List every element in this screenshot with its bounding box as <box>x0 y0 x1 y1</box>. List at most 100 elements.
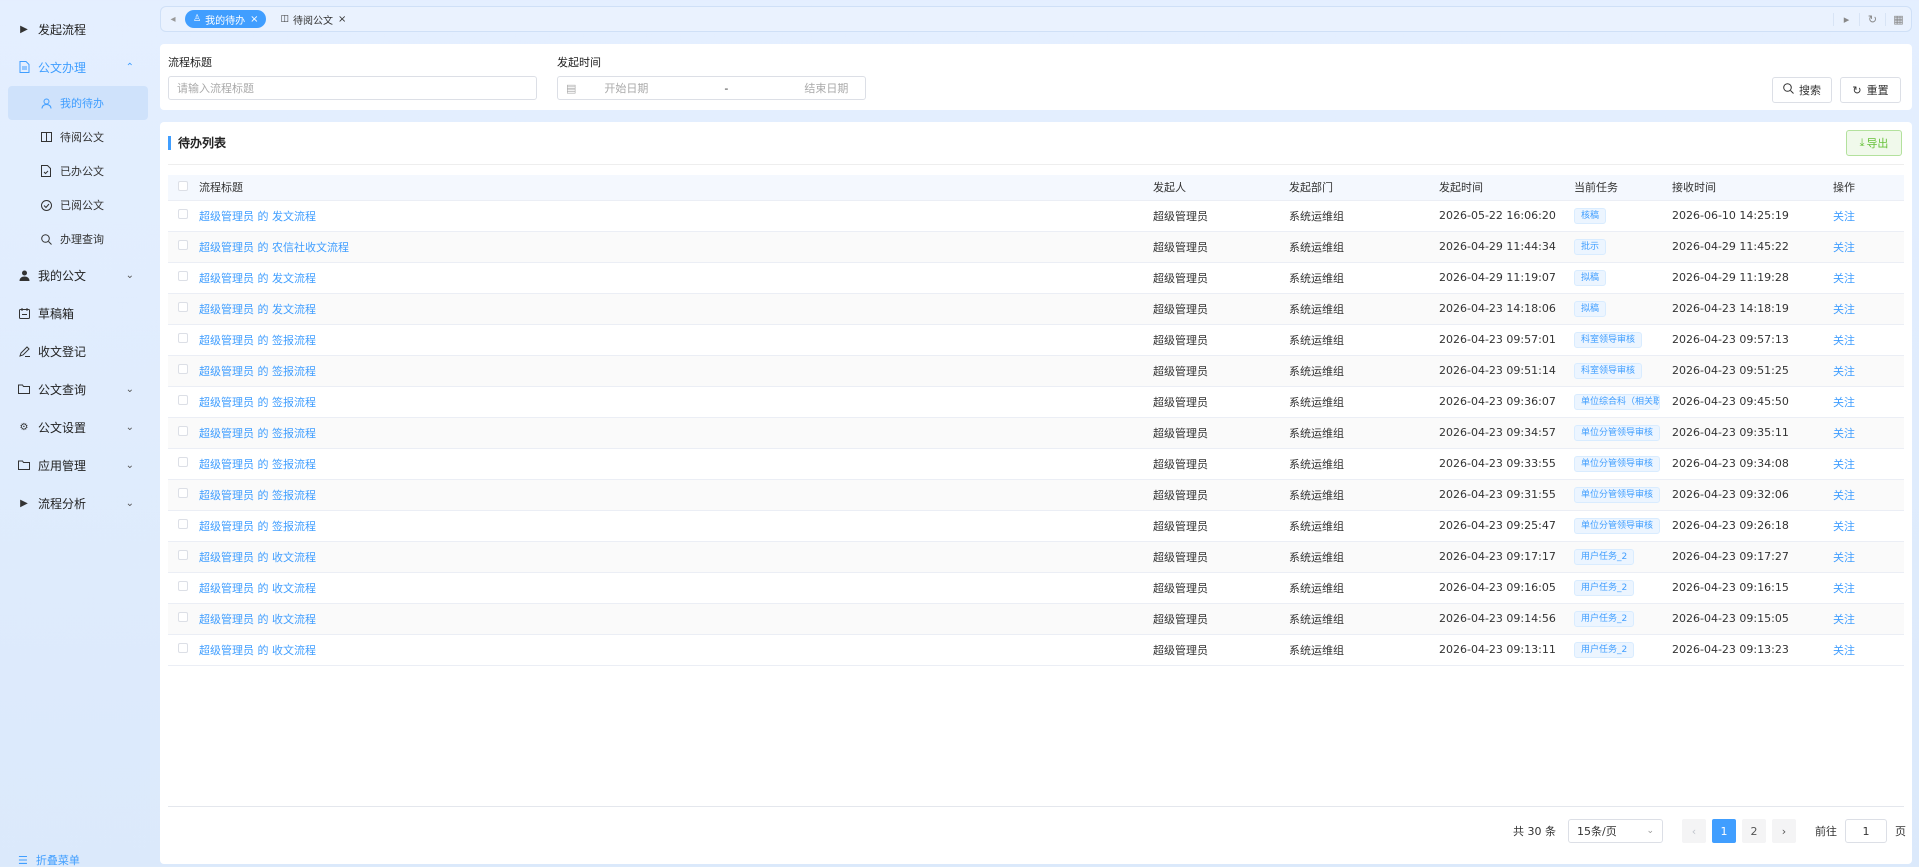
follow-link[interactable]: 关注 <box>1833 458 1855 471</box>
next-page-button[interactable]: › <box>1772 819 1796 843</box>
prev-page-button[interactable]: ‹ <box>1682 819 1706 843</box>
row-checkbox[interactable] <box>178 333 188 343</box>
table-row[interactable]: 超级管理员 的 签报流程 超级管理员 系统运维组 2026-04-23 09:25:4… <box>168 510 1904 542</box>
row-checkbox[interactable] <box>178 364 188 374</box>
follow-link[interactable]: 关注 <box>1833 582 1855 595</box>
process-title-link[interactable]: 超级管理员 的 收文流程 <box>199 613 316 626</box>
process-title-link[interactable]: 超级管理员 的 签报流程 <box>199 489 316 502</box>
row-checkbox[interactable] <box>178 643 188 653</box>
close-icon[interactable]: × <box>338 14 346 25</box>
table-row[interactable]: 超级管理员 的 签报流程 超级管理员 系统运维组 2026-04-23 09:34:5… <box>168 417 1904 449</box>
menu-item-process-analysis[interactable]: ▶ 流程分析 ⌄ <box>0 484 156 522</box>
row-checkbox[interactable] <box>178 550 188 560</box>
follow-link[interactable]: 关注 <box>1833 551 1855 564</box>
table-row[interactable]: 超级管理员 的 签报流程 超级管理员 系统运维组 2026-04-23 09:33:5… <box>168 448 1904 480</box>
table-row[interactable]: 超级管理员 的 签报流程 超级管理员 系统运维组 2026-04-23 09:36:0… <box>168 386 1904 418</box>
process-title-link[interactable]: 超级管理员 的 签报流程 <box>199 396 316 409</box>
row-checkbox[interactable] <box>178 426 188 436</box>
process-title-link[interactable]: 超级管理员 的 签报流程 <box>199 427 316 440</box>
goto-page-input[interactable]: 1 <box>1845 819 1887 843</box>
start-date-input[interactable]: 开始日期 <box>604 80 724 96</box>
column-header[interactable]: 操作 <box>1833 175 1904 201</box>
page-size-select[interactable]: 15条/页 ⌄ <box>1568 819 1663 843</box>
menu-item-draft-box[interactable]: 草稿箱 <box>0 294 156 332</box>
process-title-link[interactable]: 超级管理员 的 签报流程 <box>199 458 316 471</box>
process-title-link[interactable]: 超级管理员 的 收文流程 <box>199 551 316 564</box>
process-title-link[interactable]: 超级管理员 的 签报流程 <box>199 520 316 533</box>
menu-item-document-settings[interactable]: ⚙ 公文设置 ⌄ <box>0 408 156 446</box>
table-row[interactable]: 超级管理员 的 发文流程 超级管理员 系统运维组 2026-05-22 16:06:2… <box>168 200 1904 232</box>
follow-link[interactable]: 关注 <box>1833 489 1855 502</box>
row-checkbox[interactable] <box>178 488 188 498</box>
follow-link[interactable]: 关注 <box>1833 303 1855 316</box>
row-checkbox[interactable] <box>178 457 188 467</box>
table-row[interactable]: 超级管理员 的 收文流程 超级管理员 系统运维组 2026-04-23 09:14:5… <box>168 603 1904 635</box>
process-title-input[interactable]: 请输入流程标题 <box>168 76 537 100</box>
date-range-picker[interactable]: ▤ 开始日期 - 结束日期 <box>557 76 866 100</box>
process-title-link[interactable]: 超级管理员 的 发文流程 <box>199 303 316 316</box>
table-row[interactable]: 超级管理员 的 收文流程 超级管理员 系统运维组 2026-04-23 09:17:1… <box>168 541 1904 573</box>
menu-item-document-handling[interactable]: 公文办理 ⌃ <box>0 48 156 86</box>
follow-link[interactable]: 关注 <box>1833 396 1855 409</box>
follow-link[interactable]: 关注 <box>1833 241 1855 254</box>
table-row[interactable]: 超级管理员 的 收文流程 超级管理员 系统运维组 2026-04-23 09:16:0… <box>168 572 1904 604</box>
end-date-input[interactable]: 结束日期 <box>804 80 848 96</box>
process-title-link[interactable]: 超级管理员 的 收文流程 <box>199 644 316 657</box>
table-row[interactable]: 超级管理员 的 发文流程 超级管理员 系统运维组 2026-04-23 14:18:0… <box>168 293 1904 325</box>
select-all-checkbox[interactable] <box>178 180 188 191</box>
column-header[interactable]: 发起部门 <box>1289 175 1439 201</box>
table-row[interactable]: 超级管理员 的 签报流程 超级管理员 系统运维组 2026-04-23 09:57:0… <box>168 324 1904 356</box>
row-checkbox[interactable] <box>178 581 188 591</box>
menu-item-incoming-registration[interactable]: 收文登记 <box>0 332 156 370</box>
follow-link[interactable]: 关注 <box>1833 334 1855 347</box>
row-checkbox[interactable] <box>178 209 188 219</box>
column-header[interactable]: 流程标题 <box>199 175 1153 201</box>
menu-item-app-management[interactable]: 应用管理 ⌄ <box>0 446 156 484</box>
process-title-link[interactable]: 超级管理员 的 农信社收文流程 <box>199 241 349 254</box>
tab-my-todo[interactable]: ♙ 我的待办 × <box>185 10 267 28</box>
submenu-item-read[interactable]: 已阅公文 <box>8 188 148 222</box>
follow-link[interactable]: 关注 <box>1833 272 1855 285</box>
follow-link[interactable]: 关注 <box>1833 644 1855 657</box>
row-checkbox[interactable] <box>178 271 188 281</box>
submenu-item-my-todo[interactable]: 我的待办 <box>8 86 148 120</box>
row-checkbox[interactable] <box>178 519 188 529</box>
process-title-link[interactable]: 超级管理员 的 收文流程 <box>199 582 316 595</box>
row-checkbox[interactable] <box>178 240 188 250</box>
table-row[interactable]: 超级管理员 的 签报流程 超级管理员 系统运维组 2026-04-23 09:31:5… <box>168 479 1904 511</box>
column-header[interactable]: 当前任务 <box>1574 175 1672 201</box>
follow-link[interactable]: 关注 <box>1833 520 1855 533</box>
row-checkbox[interactable] <box>178 612 188 622</box>
follow-link[interactable]: 关注 <box>1833 427 1855 440</box>
grid-menu-icon[interactable]: ▦ <box>1885 12 1911 26</box>
table-row[interactable]: 超级管理员 的 发文流程 超级管理员 系统运维组 2026-04-29 11:19:0… <box>168 262 1904 294</box>
menu-item-document-query[interactable]: 公文查询 ⌄ <box>0 370 156 408</box>
row-checkbox[interactable] <box>178 395 188 405</box>
process-title-link[interactable]: 超级管理员 的 发文流程 <box>199 272 316 285</box>
table-row[interactable]: 超级管理员 的 农信社收文流程 超级管理员 系统运维组 2026-04-29 11:4… <box>168 231 1904 263</box>
submenu-item-handled[interactable]: 已办公文 <box>8 154 148 188</box>
tab-pending-read[interactable]: ◫ 待阅公文 × <box>272 10 354 28</box>
page-1-button[interactable]: 1 <box>1712 819 1736 843</box>
refresh-icon[interactable]: ↻ <box>1859 12 1885 26</box>
row-checkbox[interactable] <box>178 302 188 312</box>
follow-link[interactable]: 关注 <box>1833 613 1855 626</box>
table-row[interactable]: 超级管理员 的 签报流程 超级管理员 系统运维组 2026-04-23 09:51:1… <box>168 355 1904 387</box>
follow-link[interactable]: 关注 <box>1833 365 1855 378</box>
tabs-scroll-right-icon[interactable]: ▸ <box>1833 12 1859 26</box>
submenu-item-query[interactable]: 办理查询 <box>8 222 148 256</box>
tabs-scroll-left-icon[interactable]: ◂ <box>161 14 185 25</box>
process-title-link[interactable]: 超级管理员 的 发文流程 <box>199 210 316 223</box>
table-row[interactable]: 超级管理员 的 收文流程 超级管理员 系统运维组 2026-04-23 09:13:1… <box>168 634 1904 666</box>
collapse-menu-button[interactable]: ☰ 折叠菜单 <box>18 852 80 867</box>
column-header[interactable]: 发起人 <box>1153 175 1289 201</box>
submenu-item-pending-read[interactable]: 待阅公文 <box>8 120 148 154</box>
reset-button[interactable]: ↻ 重置 <box>1840 77 1901 103</box>
close-icon[interactable]: × <box>250 14 258 25</box>
menu-item-start-process[interactable]: ▶ 发起流程 <box>0 10 156 48</box>
column-header[interactable]: 发起时间 <box>1439 175 1574 201</box>
menu-item-my-documents[interactable]: 我的公文 ⌄ <box>0 256 156 294</box>
process-title-link[interactable]: 超级管理员 的 签报流程 <box>199 334 316 347</box>
export-button[interactable]: ⤓ 导出 <box>1846 130 1902 156</box>
page-2-button[interactable]: 2 <box>1742 819 1766 843</box>
